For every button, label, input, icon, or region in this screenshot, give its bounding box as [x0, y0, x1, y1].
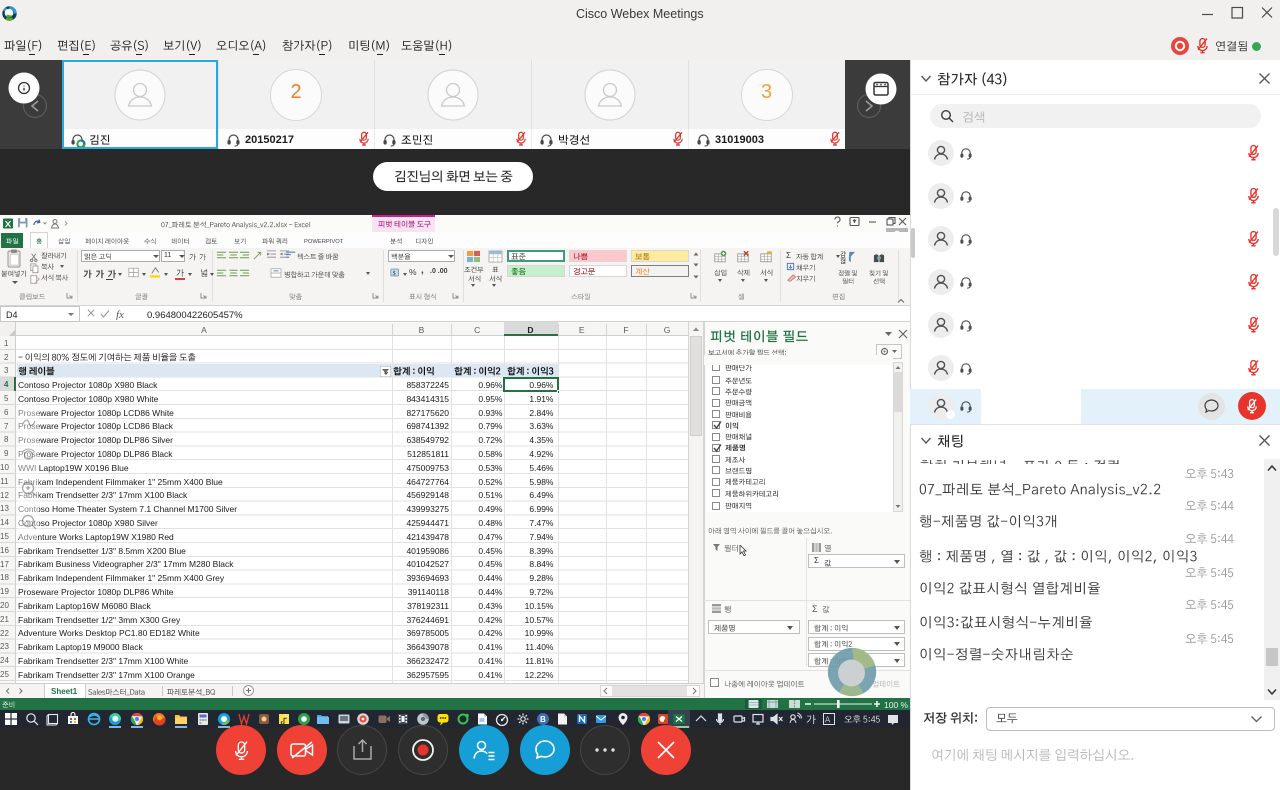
svg-text:$: $	[393, 270, 396, 277]
svg-text:fx: fx	[116, 309, 124, 320]
svg-text:P: P	[661, 717, 666, 724]
svg-text:B: B	[540, 715, 546, 724]
svg-text:혆: 혆	[840, 256, 846, 264]
